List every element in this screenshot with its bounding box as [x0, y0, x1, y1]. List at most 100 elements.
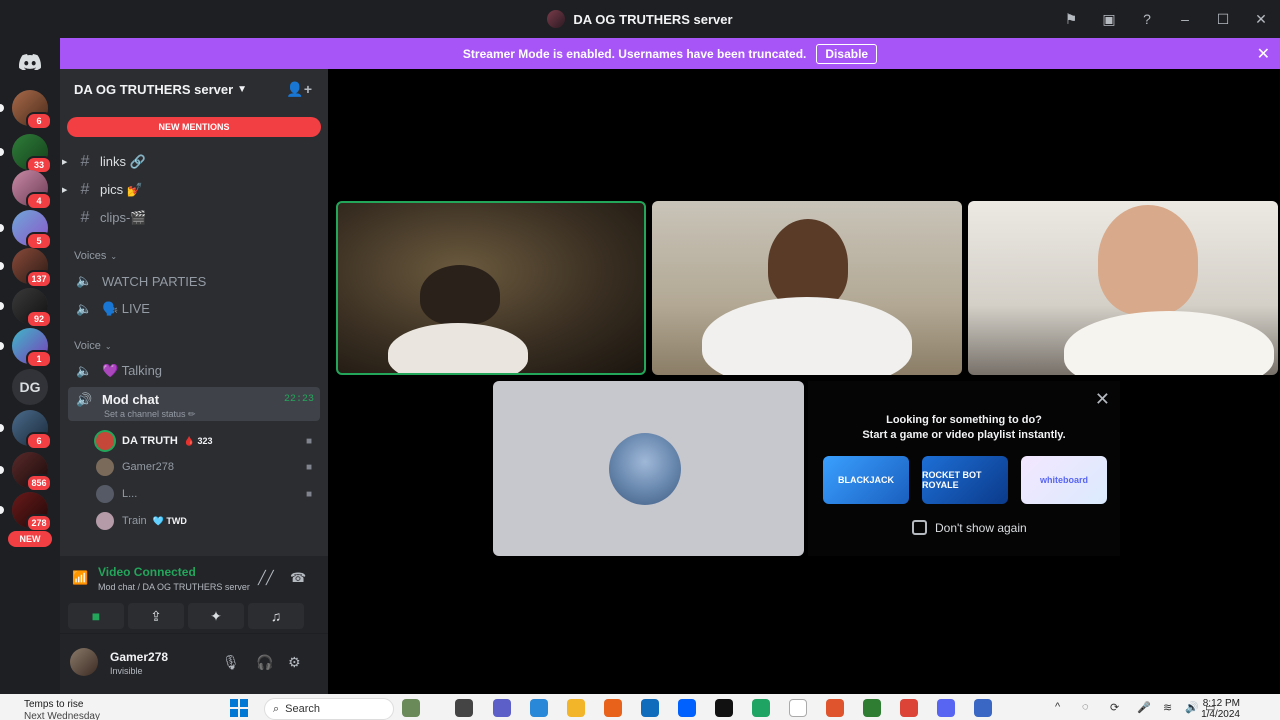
member-name: L...: [122, 488, 138, 500]
avatar[interactable]: [70, 648, 98, 676]
channel-status-prompt[interactable]: Set a channel status ✏: [104, 409, 196, 420]
voice-channel-mod-chat[interactable]: 🔊 Mod chat 22:23 Set a channel status ✏: [68, 387, 320, 421]
activity-blackjack[interactable]: BLACKJACK: [823, 456, 909, 504]
server-icon-1[interactable]: 6: [0, 90, 52, 130]
voice-status[interactable]: Video Connected: [98, 565, 196, 579]
voice-member[interactable]: L... ■: [96, 482, 320, 506]
minimize-button[interactable]: –: [1166, 0, 1204, 38]
noise-suppression-icon[interactable]: ╱╱: [258, 570, 274, 586]
title-bar: DA OG TRUTHERS server ⚑ ▣ ? – ☐ ✕: [0, 0, 1280, 38]
channel-pics[interactable]: ▶ # pics 💅: [62, 177, 320, 203]
firefox-icon[interactable]: [604, 699, 622, 717]
server-icon-4[interactable]: 5: [0, 210, 52, 250]
widgets-app-icon[interactable]: [402, 699, 420, 717]
channel-label: pics 💅: [100, 182, 143, 197]
weather-widget[interactable]: Temps to rise Next Wednesday: [24, 699, 100, 720]
inbox-flag-icon[interactable]: ⚑: [1052, 0, 1090, 38]
channel-clips[interactable]: # clips-🎬: [68, 205, 320, 231]
unread-pill: [0, 466, 4, 474]
mail-icon[interactable]: [641, 699, 659, 717]
server-icon-3[interactable]: 4: [12, 170, 52, 210]
voice-connection-panel: 📶 Video Connected Mod chat / DA OG TRUTH…: [60, 556, 328, 634]
copilot-icon[interactable]: [530, 699, 548, 717]
disable-streamer-mode-button[interactable]: Disable: [816, 43, 878, 64]
video-tile[interactable]: [336, 201, 646, 375]
server-header[interactable]: DA OG TRUTHERS server ▼ 👤+: [60, 69, 328, 109]
voice-channel-live[interactable]: 🔈 🗣️ LIVE: [68, 295, 320, 323]
voice-channel-talking[interactable]: 🔈 💜 Talking: [68, 357, 320, 385]
server-icon-8[interactable]: 6: [0, 410, 52, 450]
file-explorer-icon[interactable]: [567, 699, 585, 717]
dropbox-icon[interactable]: [678, 699, 696, 717]
invite-people-icon[interactable]: 👤+: [286, 81, 312, 98]
signal-icon[interactable]: 📶: [72, 570, 88, 586]
document-icon[interactable]: [789, 699, 807, 717]
video-tile[interactable]: [968, 201, 1278, 375]
notion-icon[interactable]: [715, 699, 733, 717]
new-mentions-pill[interactable]: NEW MENTIONS: [67, 117, 321, 137]
close-banner-icon[interactable]: ✕: [1257, 44, 1270, 64]
tray-icon[interactable]: ◌: [1082, 701, 1089, 713]
close-window-button[interactable]: ✕: [1242, 0, 1280, 38]
local-preview-tile[interactable]: [493, 381, 804, 556]
screen-icon[interactable]: ▣: [1090, 0, 1128, 38]
server-name: DA OG TRUTHERS server: [74, 81, 234, 97]
server-rail: 6 33 4 5 137 92 1 DG 6 856 278 NEW: [0, 38, 60, 694]
voice-member[interactable]: Gamer278 ■: [96, 455, 320, 479]
server-icon-9[interactable]: 856: [0, 452, 52, 492]
gear-icon[interactable]: ⚙: [288, 654, 301, 671]
server-icon-10[interactable]: 278: [0, 492, 52, 532]
taskbar-search[interactable]: ⌕ Search: [264, 698, 394, 720]
activity-whiteboard[interactable]: whiteboard: [1021, 456, 1107, 504]
microphone-icon[interactable]: 🎤: [1137, 701, 1151, 714]
avatar: [96, 485, 114, 503]
unread-pill: [0, 506, 4, 514]
microphone-icon[interactable]: 🎙: [222, 654, 240, 671]
voice-member[interactable]: DA TRUTH 🩸 323 ■: [96, 429, 320, 453]
headphones-icon[interactable]: 🎧: [256, 654, 273, 671]
help-icon[interactable]: ?: [1128, 0, 1166, 38]
category-voices[interactable]: Voices ⌄: [74, 250, 117, 262]
video-tile[interactable]: [652, 201, 962, 375]
mention-badge: 278: [26, 514, 52, 532]
activity-rocket-bot-royale[interactable]: ROCKET BOT ROYALE: [922, 456, 1008, 504]
user-name[interactable]: Gamer278: [110, 650, 168, 664]
category-voice[interactable]: Voice ⌄: [74, 340, 112, 352]
wifi-icon[interactable]: ≋: [1163, 701, 1172, 714]
app-icon[interactable]: [826, 699, 844, 717]
teams-icon[interactable]: [493, 699, 511, 717]
clock[interactable]: 8:12 PM 1/4/2024: [1201, 698, 1240, 720]
dont-show-again-checkbox[interactable]: Don't show again: [912, 520, 1027, 535]
app-icon[interactable]: [863, 699, 881, 717]
window-title: DA OG TRUTHERS server: [547, 10, 733, 28]
soundboard-button[interactable]: ♫: [248, 603, 304, 629]
task-view-icon[interactable]: [455, 699, 473, 717]
windows-start-icon[interactable]: [230, 699, 248, 717]
mention-badge: 92: [26, 310, 52, 328]
edge-icon[interactable]: [752, 699, 770, 717]
voice-location[interactable]: Mod chat / DA OG TRUTHERS server: [98, 582, 250, 592]
volume-icon[interactable]: 🔊: [1185, 701, 1199, 714]
screen-share-button[interactable]: ⇪: [128, 603, 184, 629]
discord-taskbar-icon[interactable]: [937, 699, 955, 717]
server-dg[interactable]: DG: [12, 369, 48, 405]
app-icon[interactable]: [974, 699, 992, 717]
discord-home-icon[interactable]: [12, 44, 48, 80]
server-icon-7[interactable]: 1: [0, 328, 52, 368]
new-unreads-pill[interactable]: NEW: [8, 531, 52, 547]
disconnect-icon[interactable]: ☎: [290, 570, 306, 586]
channel-links[interactable]: ▶ # links 🔗: [62, 149, 320, 175]
server-icon-5[interactable]: 137: [0, 248, 52, 288]
chevron-up-icon[interactable]: ^: [1055, 701, 1060, 713]
server-icon-2[interactable]: 33: [0, 134, 52, 174]
tray-icon[interactable]: ⟳: [1110, 701, 1119, 714]
participant-video: [1064, 311, 1274, 375]
maximize-button[interactable]: ☐: [1204, 0, 1242, 38]
activities-button[interactable]: ✦: [188, 603, 244, 629]
voice-channel-watch-parties[interactable]: 🔈 WATCH PARTIES: [68, 267, 320, 295]
close-icon[interactable]: ✕: [1095, 389, 1110, 410]
chrome-icon[interactable]: [900, 699, 918, 717]
server-icon-6[interactable]: 92: [0, 288, 52, 328]
camera-button[interactable]: ■: [68, 603, 124, 629]
voice-member[interactable]: Train 🩵 TWD: [96, 509, 320, 533]
